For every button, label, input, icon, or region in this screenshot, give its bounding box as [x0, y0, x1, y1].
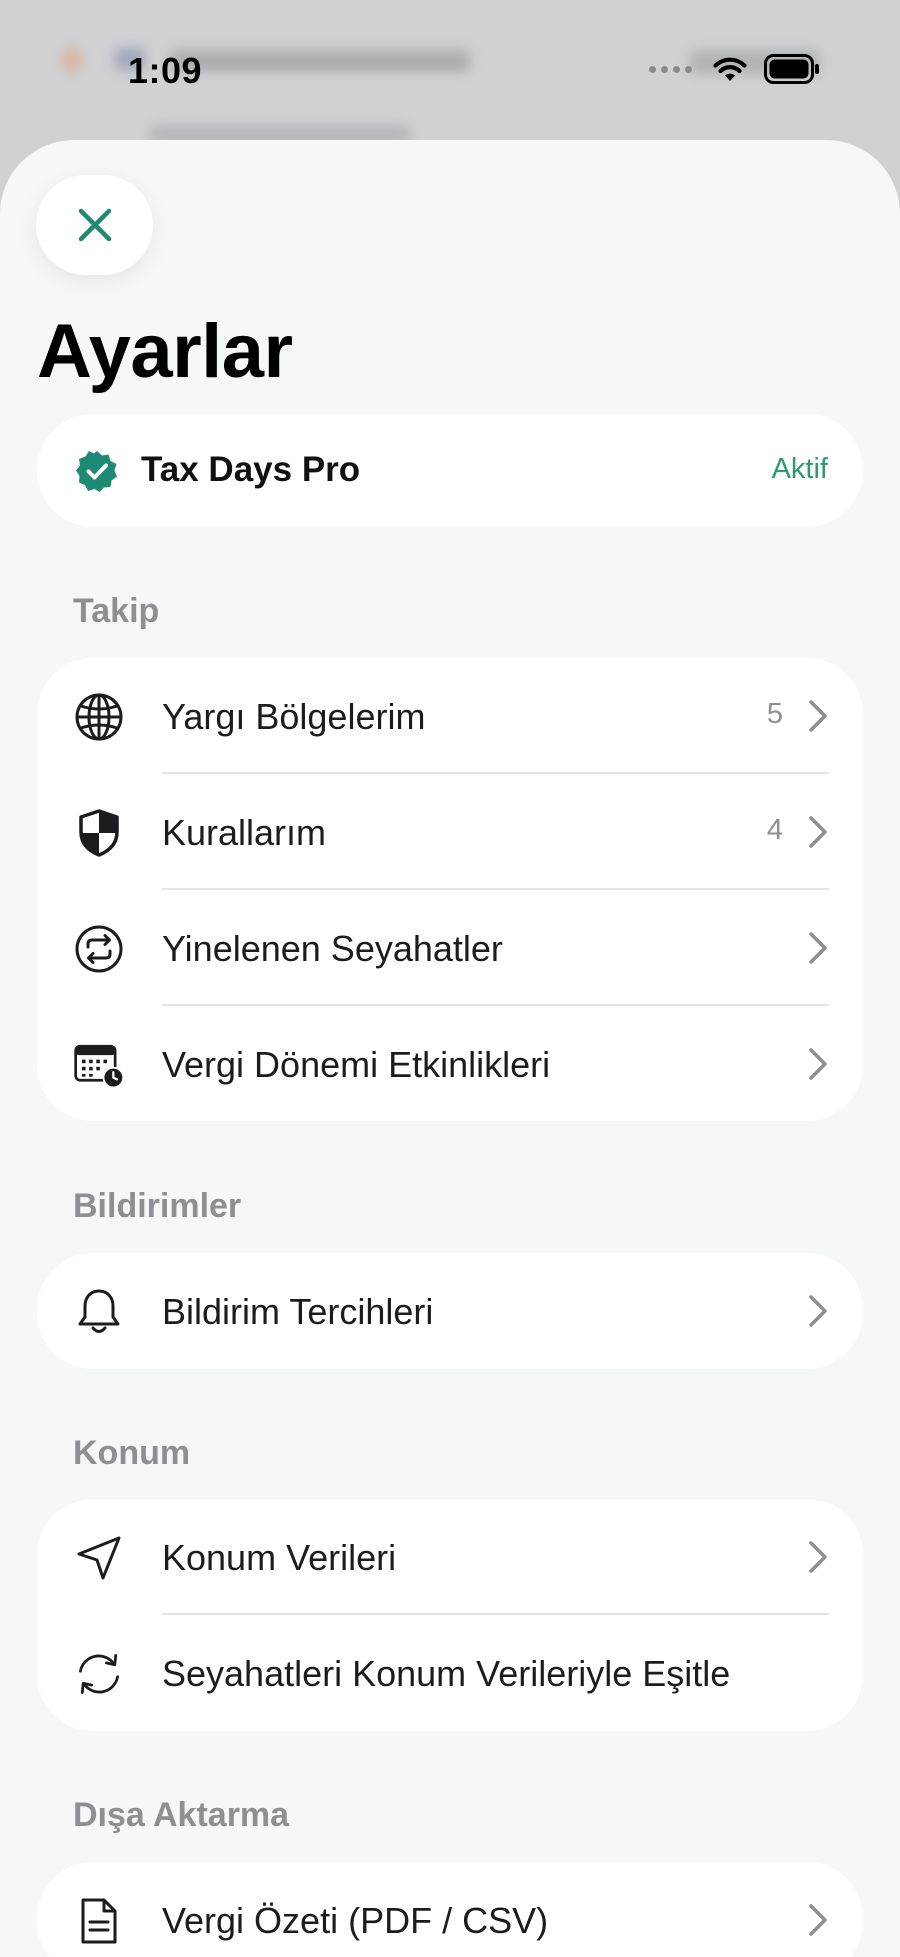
list-item-rules[interactable]: Kurallarım 4	[37, 774, 863, 890]
document-icon	[73, 1895, 125, 1947]
chevron-right-icon	[809, 1904, 827, 1936]
count-badge: 4	[766, 814, 783, 846]
list-item-label: Vergi Özeti (PDF / CSV)	[162, 1900, 549, 1941]
list-item-sync-trips[interactable]: Seyahatleri Konum Verileriyle Eşitle	[37, 1615, 863, 1731]
section-label-notifications: Bildirimler	[73, 1187, 242, 1225]
section-label-tracking: Takip	[73, 592, 160, 630]
notifications-card: Bildirim Tercihleri	[37, 1253, 863, 1369]
pro-status-badge: Aktif	[771, 453, 828, 485]
sync-icon	[73, 1648, 125, 1700]
settings-sheet: Ayarlar Tax Days Pro Aktif Takip Yargı B…	[0, 140, 900, 1957]
close-icon	[78, 208, 111, 242]
list-item-label: Seyahatleri Konum Verileriyle Eşitle	[162, 1653, 731, 1694]
list-item-jurisdictions[interactable]: Yargı Bölgelerim 5	[37, 658, 863, 774]
list-item-tax-summary[interactable]: Vergi Özeti (PDF / CSV)	[37, 1862, 863, 1957]
status-bar: 1:09	[0, 0, 900, 140]
chevron-right-icon	[809, 1541, 827, 1573]
chevron-right-icon	[809, 932, 827, 964]
close-button[interactable]	[36, 175, 153, 275]
chevron-right-icon	[809, 700, 827, 732]
list-item-location-data[interactable]: Konum Verileri	[37, 1499, 863, 1615]
page-title: Ayarlar	[37, 309, 293, 394]
tracking-card: Yargı Bölgelerim 5 Kurallarım 4 Yinelene…	[37, 658, 863, 1121]
list-item-label: Bildirim Tercihleri	[162, 1291, 434, 1332]
status-icons	[649, 54, 820, 84]
calendar-clock-icon	[73, 1039, 125, 1091]
bell-icon	[73, 1286, 125, 1338]
cellular-signal-icon	[649, 65, 692, 73]
verified-badge-icon	[76, 451, 117, 492]
count-badge: 5	[766, 698, 783, 730]
chevron-right-icon	[809, 816, 827, 848]
pro-name: Tax Days Pro	[141, 450, 361, 489]
list-item-label: Vergi Dönemi Etkinlikleri	[162, 1044, 551, 1085]
location-arrow-icon	[73, 1532, 125, 1584]
location-card: Konum Verileri Seyahatleri Konum Veriler…	[37, 1499, 863, 1731]
list-item-label: Yargı Bölgelerim	[162, 696, 426, 737]
chevron-right-icon	[809, 1048, 827, 1080]
list-item-notification-preferences[interactable]: Bildirim Tercihleri	[37, 1253, 863, 1369]
globe-icon	[73, 691, 125, 743]
list-item-recurring-trips[interactable]: Yinelenen Seyahatler	[37, 890, 863, 1006]
section-label-export: Dışa Aktarma	[73, 1796, 290, 1834]
pro-subscription-card[interactable]: Tax Days Pro Aktif	[37, 414, 863, 527]
repeat-icon	[73, 923, 125, 975]
list-item-label: Konum Verileri	[162, 1537, 397, 1578]
section-label-location: Konum	[73, 1434, 191, 1472]
list-item-tax-period-events[interactable]: Vergi Dönemi Etkinlikleri	[37, 1006, 863, 1122]
export-card: Vergi Özeti (PDF / CSV)	[37, 1862, 863, 1957]
list-item-label: Kurallarım	[162, 812, 327, 853]
wifi-icon	[713, 57, 747, 81]
list-item-label: Yinelenen Seyahatler	[162, 928, 503, 969]
shield-icon	[73, 807, 125, 859]
chevron-right-icon	[809, 1295, 827, 1327]
battery-icon	[764, 54, 819, 84]
status-time: 1:09	[128, 50, 203, 91]
